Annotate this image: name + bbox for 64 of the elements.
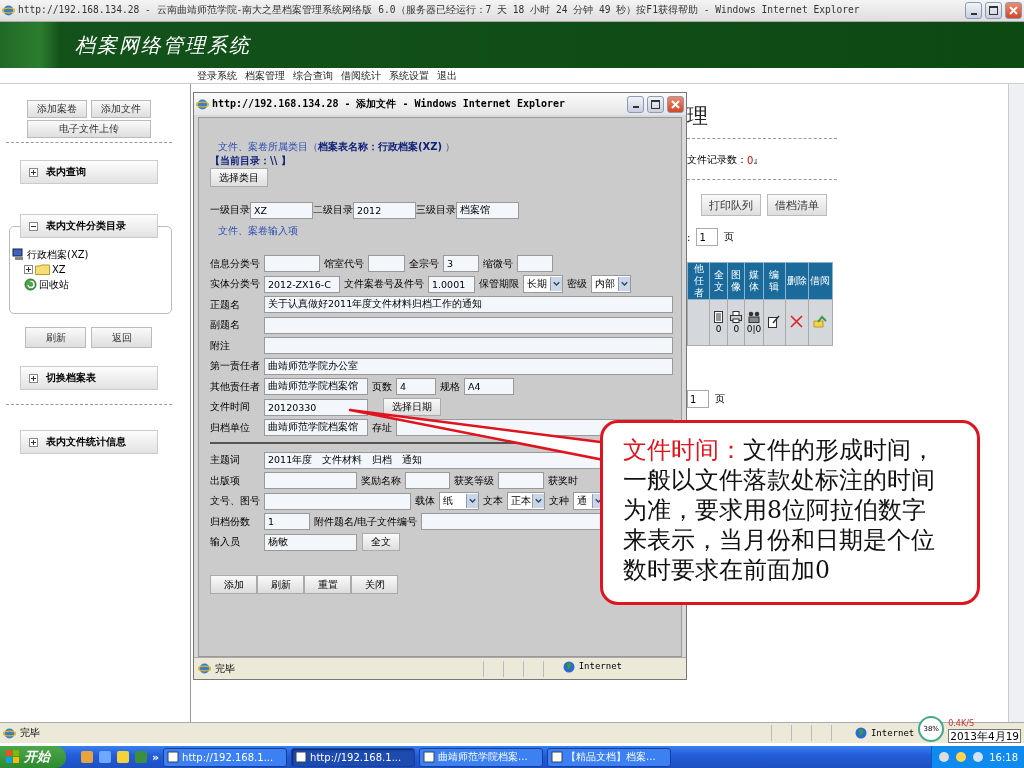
field-label: 奖励名称 [361, 473, 401, 488]
record-count-label: 文件记录数： [687, 153, 747, 167]
field-label: 馆室代号 [324, 256, 364, 271]
field-label: 第一责任者 [210, 359, 261, 373]
field-label: 出版项 [210, 473, 241, 488]
speed-text: 0.4K/S [948, 717, 975, 729]
panel-title: 表内查询 [46, 165, 86, 179]
field-label: 归档份数 [210, 514, 251, 529]
page-unit: 页 [724, 230, 735, 244]
field-label: 文号、图号 [210, 494, 261, 508]
window-title: http://192.168.134.28 - 云南曲靖师范学院-南大之星档案管理系统网络版 6.0（服务器已经运行：7 天 18 小时 24 分钟 49 秒）按F1获得帮助 - Windows Internet Explorer [18, 4, 861, 17]
status-text: 完毕 [20, 726, 40, 740]
field-label: 附注 [210, 338, 231, 353]
column-header: 删除 [785, 262, 809, 300]
current-directory: 【当前目录：\\ 】 [210, 154, 292, 168]
field-label: 三级目录 [416, 203, 456, 217]
zone-text: Internet [870, 728, 915, 738]
field-label: 主题词 [210, 453, 241, 467]
pager-colon: : [687, 231, 691, 243]
page-unit: 页 [715, 392, 725, 406]
field-label: 获奖时 [548, 473, 578, 488]
record-count: 0 [747, 154, 754, 166]
field-label: 实体分类号 [210, 277, 261, 291]
app-title: 档案网络管理系统 [75, 31, 251, 59]
panel-title: 表内文件统计信息 [46, 435, 126, 449]
field-label: 归档单位 [210, 420, 251, 435]
field-label: 副题名 [210, 318, 241, 332]
count-text: 0 [732, 325, 741, 334]
panel-title: 表内文件分类目录 [46, 219, 126, 233]
dialog-title: http://192.168.134.28 - 添加文件 - Windows Internet Explorer [212, 97, 567, 111]
column-header: 编辑 [763, 262, 786, 300]
clock: 16:18 [989, 751, 1018, 763]
field-label: 文件时间 [210, 400, 251, 414]
count-text: 0 [714, 325, 723, 334]
field-label: 获奖等级 [454, 473, 494, 488]
field-label: 文本 [483, 494, 503, 508]
zone-text: Internet [578, 660, 622, 673]
field-label: 正题名 [210, 297, 241, 312]
field-label: 输入员 [210, 535, 241, 549]
field-label: 文件案卷号及件号 [344, 277, 424, 291]
column-header: 他任者 [687, 262, 710, 300]
field-label: 附件题名/电子文件编号 [314, 514, 418, 529]
field-label: 密级 [567, 277, 587, 291]
field-label: 二级目录 [313, 203, 353, 217]
field-label: 保管期限 [479, 277, 519, 291]
column-header: 借阅 [808, 262, 833, 300]
field-label: 全宗号 [409, 256, 439, 271]
field-label: 载体 [415, 494, 435, 508]
field-label: 规格 [440, 379, 460, 394]
section-heading: 文件、案卷所属类目（档案表名称：行政档案(XZ) ） [218, 140, 457, 154]
section-heading: 文件、案卷输入项 [218, 224, 299, 238]
field-label: 其他责任者 [210, 379, 261, 394]
panel-title: 切换档案表 [46, 371, 96, 385]
field-label: 缩微号 [483, 256, 513, 271]
field-label: 存址 [372, 420, 392, 435]
field-label: 文种 [549, 494, 569, 508]
status-text: 完毕 [215, 661, 235, 676]
field-label: 页数 [372, 379, 392, 394]
date-text: 2013年4月19 [948, 728, 1021, 743]
field-label: 信息分类号 [210, 256, 261, 271]
field-label: 一级目录 [210, 203, 250, 217]
count-text: 0|0 [745, 325, 763, 334]
bracket-text: 』 [753, 153, 764, 167]
page-title: 理 [687, 103, 709, 130]
